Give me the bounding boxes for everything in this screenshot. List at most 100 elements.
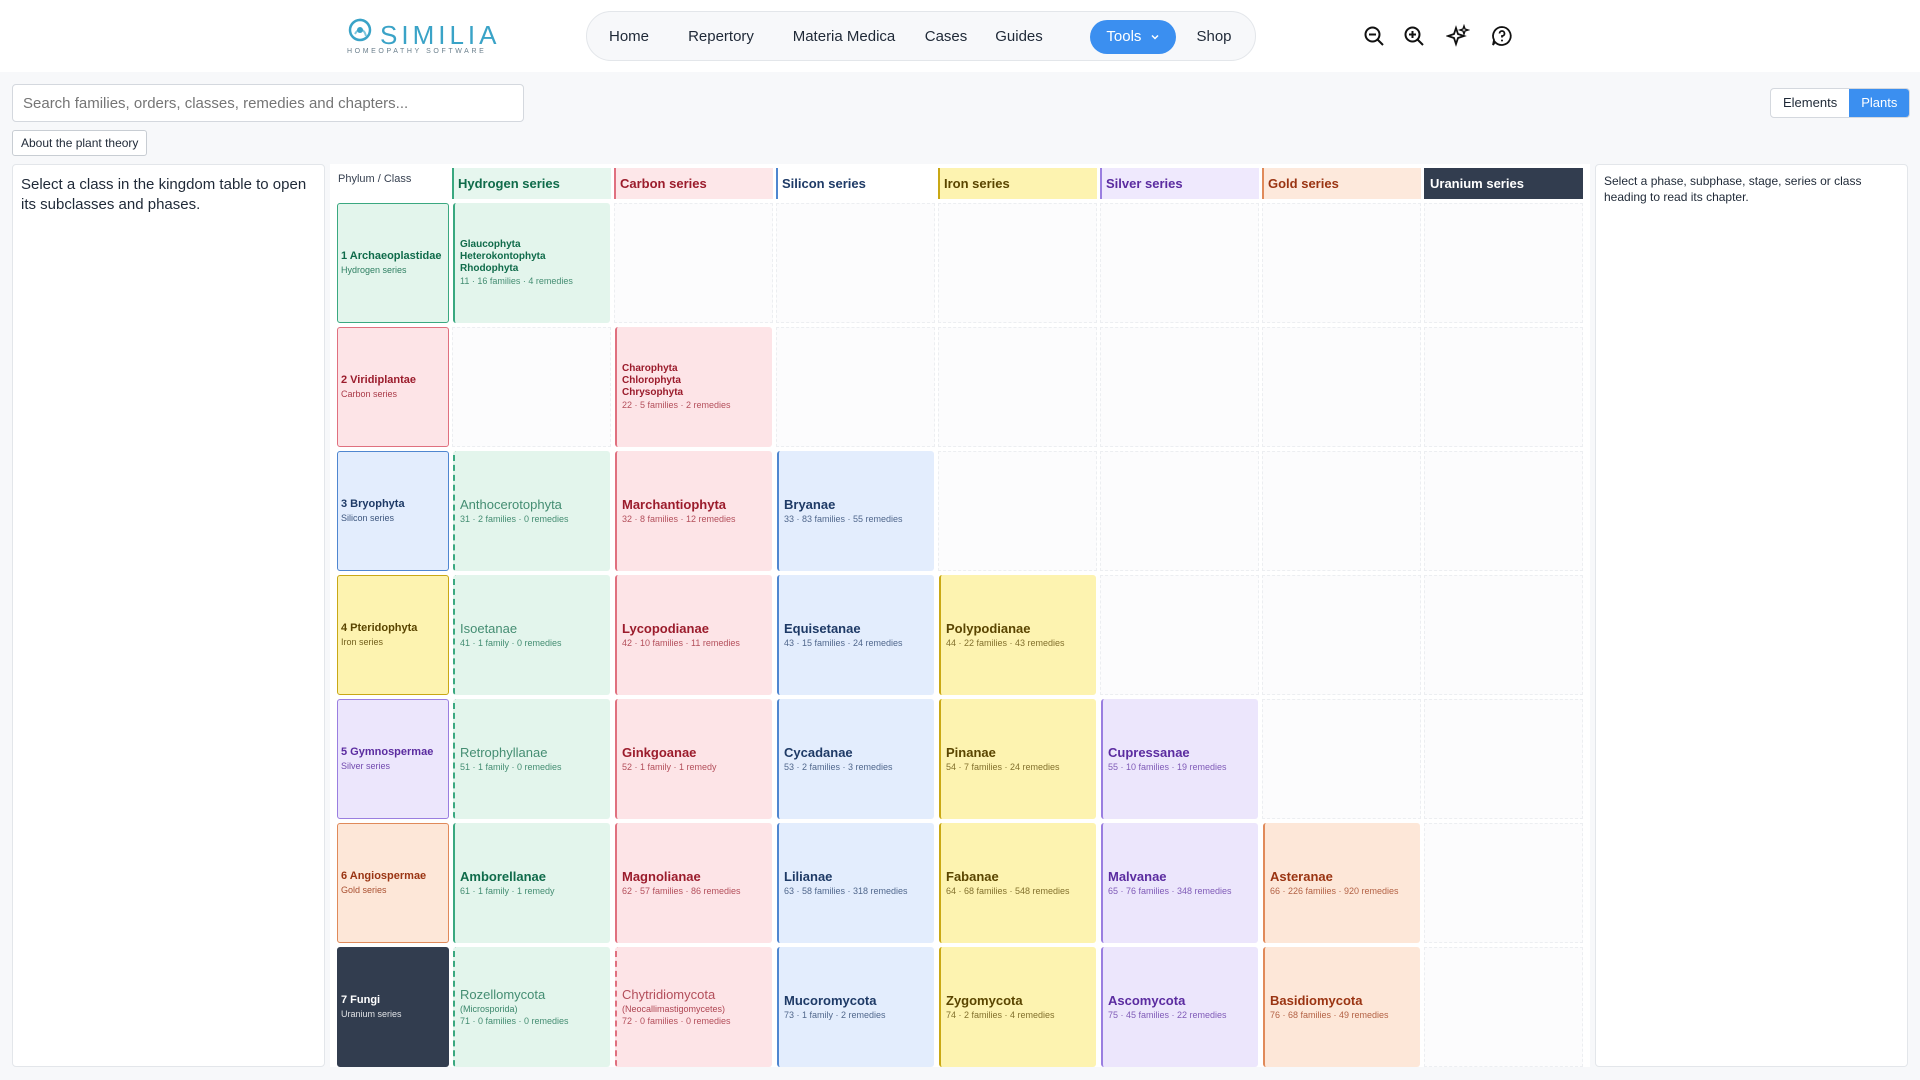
class-meta: 75 · 45 families · 22 remedies — [1108, 1009, 1227, 1020]
column-header-carbon-series[interactable]: Carbon series — [614, 168, 773, 199]
nav-shop[interactable]: Shop — [1185, 20, 1243, 54]
column-header-gold-series[interactable]: Gold series — [1262, 168, 1421, 199]
row-header-bryophyta[interactable]: 3 Bryophyta Silicon series — [337, 451, 449, 571]
class-meta: 22 · 5 families · 2 remedies — [622, 399, 731, 410]
class-name: Malvanae — [1108, 868, 1167, 884]
nav-home[interactable]: Home — [597, 20, 661, 54]
class-cell[interactable]: Charophyta Chlorophyta Chrysophyta 22 · 5 f… — [615, 327, 772, 447]
column-header-uranium-series[interactable]: Uranium series — [1424, 168, 1583, 199]
row-header-archaeoplastidae[interactable]: 1 Archaeoplastidae Hydrogen series — [337, 203, 449, 323]
class-name: Lycopodianae — [622, 620, 709, 636]
column-header-silver-series[interactable]: Silver series — [1100, 168, 1259, 199]
class-cell[interactable]: Isoetanae 41 · 1 family · 0 remedies — [453, 575, 610, 695]
class-meta: 71 · 0 families · 0 remedies — [460, 1015, 569, 1026]
class-cell[interactable]: Bryanae 33 · 83 families · 55 remedies — [777, 451, 934, 571]
empty-cell — [938, 327, 1097, 447]
nav-materia-medica[interactable]: Materia Medica — [781, 20, 907, 54]
class-name: Glaucophyta — [460, 238, 521, 250]
left-panel: Select a class in the kingdom table to o… — [12, 164, 325, 1067]
class-meta: 32 · 8 families · 12 remedies — [622, 513, 736, 524]
chevron-down-icon — [1151, 35, 1159, 40]
row-header-angiospermae[interactable]: 6 Angiospermae Gold series — [337, 823, 449, 943]
column-header-iron-series[interactable]: Iron series — [938, 168, 1097, 199]
zoom-in-icon[interactable] — [1402, 24, 1426, 48]
help-icon[interactable] — [1490, 24, 1514, 48]
toggle-elements[interactable]: Elements — [1771, 89, 1849, 117]
class-cell[interactable]: Cupressanae 55 · 10 families · 19 remedie… — [1101, 699, 1258, 819]
class-cell[interactable]: Malvanae 65 · 76 families · 348 remedies — [1101, 823, 1258, 943]
empty-cell — [1100, 327, 1259, 447]
class-cell[interactable]: Cycadanae 53 · 2 families · 3 remedies — [777, 699, 934, 819]
nav-tools[interactable]: Tools — [1090, 20, 1176, 54]
class-meta: 66 · 226 families · 920 remedies — [1270, 885, 1399, 896]
brand-logo[interactable]: SIMILIA HOMEOPATHY SOFTWARE — [344, 14, 496, 58]
class-cell[interactable]: Pinanae 54 · 7 families · 24 remedies — [939, 699, 1096, 819]
class-cell[interactable]: Marchantiophyta 32 · 8 families · 12 reme… — [615, 451, 772, 571]
toggle-plants[interactable]: Plants — [1849, 89, 1910, 117]
row-header-fungi[interactable]: 7 Fungi Uranium series — [337, 947, 449, 1067]
class-meta: 53 · 2 families · 3 remedies — [784, 761, 893, 772]
row-header-title: 2 Viridiplantae — [341, 374, 416, 386]
class-meta: 41 · 1 family · 0 remedies — [460, 637, 562, 648]
right-panel-hint: Select a phase, subphase, stage, series … — [1604, 174, 1862, 204]
class-name: Chytridiomycota — [622, 986, 716, 1002]
class-cell[interactable]: Basidiomycota 76 · 68 families · 49 remed… — [1263, 947, 1420, 1067]
class-meta: 62 · 57 families · 86 remedies — [622, 885, 741, 896]
class-cell[interactable]: Asteranae 66 · 226 families · 920 remedie… — [1263, 823, 1420, 943]
class-cell[interactable]: Fabanae 64 · 68 families · 548 remedies — [939, 823, 1096, 943]
row-header-gymnospermae[interactable]: 5 Gymnospermae Silver series — [337, 699, 449, 819]
nav-guides[interactable]: Guides — [985, 20, 1053, 54]
class-cell[interactable]: Rozellomycota (Microsporida) 71 · 0 famili… — [453, 947, 610, 1067]
class-cell[interactable]: Chytridiomycota (Neocallimastigomycetes) 7… — [615, 947, 772, 1067]
class-cell[interactable]: Glaucophyta Heterokontophyta Rhodophyta 11 … — [453, 203, 610, 323]
row-header-series: Carbon series — [341, 389, 398, 399]
row-header-title: 5 Gymnospermae — [341, 746, 434, 758]
class-meta: 43 · 15 families · 24 remedies — [784, 637, 903, 648]
empty-cell — [776, 203, 935, 323]
nav-cases[interactable]: Cases — [917, 20, 975, 54]
nav-repertory[interactable]: Repertory — [671, 20, 771, 54]
search-input[interactable] — [12, 84, 524, 122]
row-header-viridiplantae[interactable]: 2 Viridiplantae Carbon series — [337, 327, 449, 447]
class-name: Marchantiophyta — [622, 496, 727, 512]
class-meta: 44 · 22 families · 43 remedies — [946, 637, 1065, 648]
class-cell[interactable]: Anthocerotophyta 31 · 2 families · 0 reme… — [453, 451, 610, 571]
class-cell[interactable]: Ascomycota 75 · 45 families · 22 remedies — [1101, 947, 1258, 1067]
class-name: Cupressanae — [1108, 744, 1190, 760]
class-cell[interactable]: Zygomycota 74 · 2 families · 4 remedies — [939, 947, 1096, 1067]
class-meta: 65 · 76 families · 348 remedies — [1108, 885, 1232, 896]
class-subname: (Microsporida) — [460, 1003, 518, 1014]
class-cell[interactable]: Equisetanae 43 · 15 families · 24 remedie… — [777, 575, 934, 695]
column-header-hydrogen-series[interactable]: Hydrogen series — [452, 168, 611, 199]
empty-cell — [1424, 203, 1583, 323]
about-plant-theory-button[interactable]: About the plant theory — [12, 130, 148, 156]
class-meta: 74 · 2 families · 4 remedies — [946, 1009, 1055, 1020]
class-cell[interactable]: Magnolianae 62 · 57 families · 86 remedie… — [615, 823, 772, 943]
class-name: Asteranae — [1270, 868, 1333, 884]
class-name: Rhodophyta — [460, 262, 519, 274]
empty-cell — [1424, 699, 1583, 819]
column-header-silicon-series[interactable]: Silicon series — [776, 168, 935, 199]
class-cell[interactable]: Amborellanae 61 · 1 family · 1 remedy — [453, 823, 610, 943]
zoom-out-icon[interactable] — [1362, 24, 1386, 48]
class-name: Charophyta — [622, 362, 678, 374]
class-cell[interactable]: Lilianae 63 · 58 families · 318 remedies — [777, 823, 934, 943]
class-cell[interactable]: Mucoromycota 73 · 1 family · 2 remedies — [777, 947, 934, 1067]
class-name: Rozellomycota — [460, 986, 546, 1002]
class-meta: 64 · 68 families · 548 remedies — [946, 885, 1070, 896]
view-toggle: Elements Plants — [1770, 88, 1911, 118]
brand-tagline: HOMEOPATHY SOFTWARE — [347, 48, 487, 55]
class-meta: 51 · 1 family · 0 remedies — [460, 761, 562, 772]
empty-cell — [1262, 699, 1421, 819]
class-cell[interactable]: Lycopodianae 42 · 10 families · 11 remedi… — [615, 575, 772, 695]
row-header-pteridophyta[interactable]: 4 Pteridophyta Iron series — [337, 575, 449, 695]
class-cell[interactable]: Ginkgoanae 52 · 1 family · 1 remedy — [615, 699, 772, 819]
empty-cell — [1424, 451, 1583, 571]
sparkle-icon[interactable] — [1446, 24, 1470, 48]
empty-cell — [1424, 575, 1583, 695]
class-name: Equisetanae — [784, 620, 861, 636]
row-header-title: 3 Bryophyta — [341, 498, 405, 510]
empty-cell — [452, 327, 611, 447]
class-cell[interactable]: Retrophyllanae 51 · 1 family · 0 remedies — [453, 699, 610, 819]
class-cell[interactable]: Polypodianae 44 · 22 families · 43 remedi… — [939, 575, 1096, 695]
